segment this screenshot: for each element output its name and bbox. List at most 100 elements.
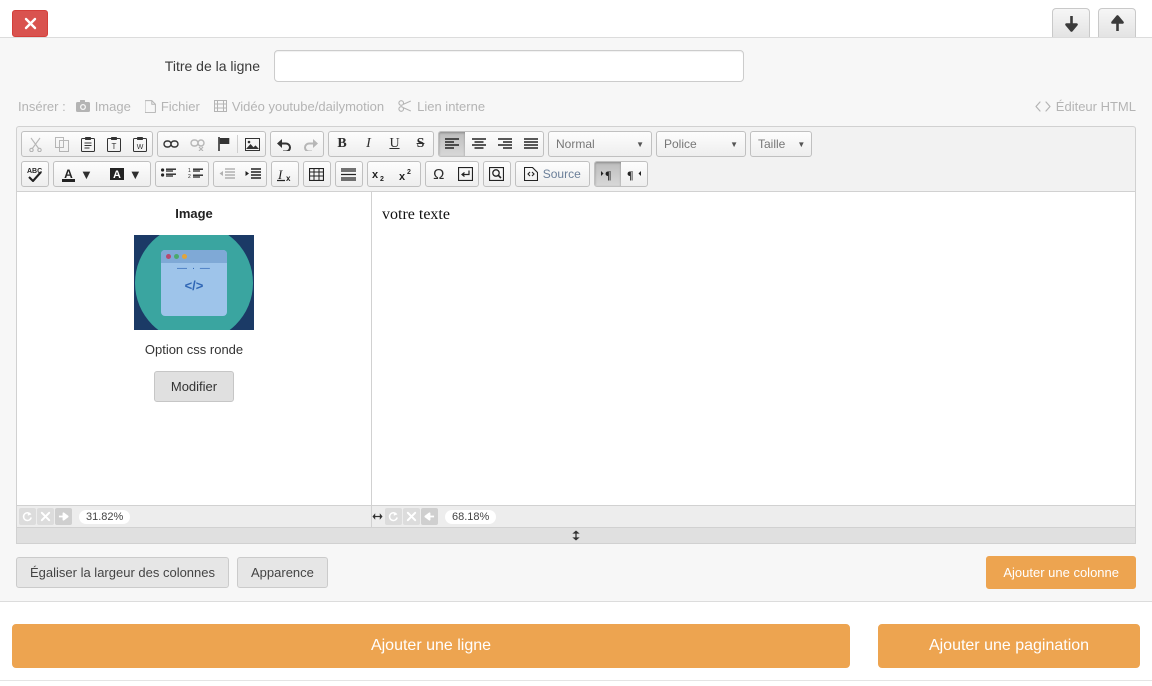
- background-color-button[interactable]: A ▼: [101, 162, 150, 186]
- column-resize-handle[interactable]: [372, 506, 383, 527]
- column-right-width-controls: 68.18%: [383, 506, 1135, 527]
- subscript-button[interactable]: x 2: [368, 162, 394, 186]
- broken-link-icon: [189, 138, 205, 151]
- insert-internal-link-button[interactable]: Lien interne: [398, 99, 485, 114]
- source-group: Source: [514, 161, 590, 187]
- italic-button[interactable]: I: [355, 132, 381, 156]
- column-right-width-percent: 68.18%: [445, 509, 497, 524]
- copy-button[interactable]: [48, 132, 74, 156]
- reset-icon: [22, 512, 32, 522]
- film-icon: [213, 100, 227, 112]
- insert-image-toolbar-button[interactable]: [239, 132, 265, 156]
- subscript-icon: x 2: [372, 169, 384, 182]
- spellcheck-group: ABC: [21, 161, 49, 187]
- underline-button[interactable]: U: [381, 132, 407, 156]
- delete-left-column-button[interactable]: [37, 508, 54, 525]
- outdent-button[interactable]: [214, 162, 240, 186]
- insert-file-label: Fichier: [160, 98, 200, 114]
- thumbnail-code-glyph: </>: [184, 277, 204, 293]
- arrow-down-icon: [1064, 16, 1078, 32]
- font-select[interactable]: Police ▼: [656, 131, 746, 157]
- toolbar-separator: [237, 135, 238, 153]
- text-color-button[interactable]: A ▼: [54, 162, 101, 186]
- table-button[interactable]: [304, 162, 330, 186]
- redo-button[interactable]: [297, 132, 323, 156]
- cut-button[interactable]: [22, 132, 48, 156]
- special-character-button[interactable]: Ω: [426, 162, 452, 186]
- direction-ltr-icon: ¶: [600, 168, 611, 181]
- paste-button[interactable]: [74, 132, 100, 156]
- bold-button[interactable]: B: [329, 132, 355, 156]
- insert-image-button[interactable]: Image: [75, 99, 131, 114]
- chevron-down-icon: ▼: [797, 139, 806, 149]
- html-editor-button[interactable]: Éditeur HTML: [1035, 99, 1136, 114]
- paste-as-text-button[interactable]: T: [100, 132, 126, 156]
- add-pagination-button[interactable]: Ajouter une pagination: [878, 624, 1140, 668]
- horizontal-rule-button[interactable]: [336, 162, 362, 186]
- text-direction-ltr-button[interactable]: ¶: [594, 162, 621, 186]
- text-direction-rtl-button[interactable]: ¶: [621, 162, 647, 186]
- window-dot-yellow-icon: [182, 253, 187, 259]
- reset-right-column-button[interactable]: [385, 508, 402, 525]
- remove-format-group: I x: [270, 161, 299, 187]
- row-title-input[interactable]: [274, 50, 744, 82]
- paste-word-icon: W: [132, 136, 147, 152]
- font-size-select[interactable]: Taille ▼: [750, 131, 812, 157]
- move-row-down-button[interactable]: [1052, 8, 1090, 38]
- strikethrough-button[interactable]: S: [407, 132, 433, 156]
- copy-icon: [54, 136, 69, 152]
- remove-format-button[interactable]: I x: [272, 162, 298, 186]
- reset-left-column-button[interactable]: [19, 508, 36, 525]
- close-button[interactable]: [12, 10, 48, 37]
- move-right-column-left-button[interactable]: [421, 508, 438, 525]
- superscript-icon: x 2: [399, 169, 411, 182]
- column-right[interactable]: votre texte: [372, 192, 1135, 505]
- insert-video-label: Vidéo youtube/dailymotion: [231, 98, 385, 114]
- insert-file-button[interactable]: Fichier: [144, 98, 200, 114]
- page-break-button[interactable]: [452, 162, 478, 186]
- table-group: [302, 161, 331, 187]
- thumbnail-window-bar: [161, 249, 227, 263]
- page-break-icon: [457, 167, 473, 181]
- preview-button[interactable]: [484, 162, 510, 186]
- source-code-icon: [523, 167, 538, 181]
- align-justify-button[interactable]: [517, 132, 543, 156]
- insert-video-button[interactable]: Vidéo youtube/dailymotion: [213, 98, 385, 114]
- move-left-column-right-button[interactable]: [55, 508, 72, 525]
- row-resize-handle[interactable]: [16, 528, 1136, 544]
- undo-button[interactable]: [271, 132, 297, 156]
- modify-image-button[interactable]: Modifier: [153, 371, 235, 402]
- delete-right-column-button[interactable]: [403, 508, 420, 525]
- align-left-button[interactable]: [439, 132, 465, 156]
- indent-group: [212, 161, 267, 187]
- appearance-button[interactable]: Apparence: [237, 557, 328, 588]
- column-left-caption: Image: [175, 206, 213, 221]
- column-left-width-percent: 31.82%: [79, 509, 131, 524]
- reset-icon: [388, 512, 398, 522]
- align-right-button[interactable]: [491, 132, 517, 156]
- indent-button[interactable]: [240, 162, 266, 186]
- chevron-down-icon: ▼: [128, 166, 142, 182]
- image-thumbnail[interactable]: — · — </>: [134, 235, 254, 330]
- column-right-text[interactable]: votre texte: [382, 206, 1125, 224]
- numbered-list-button[interactable]: 1 2: [182, 162, 208, 186]
- superscript-button[interactable]: x 2: [394, 162, 420, 186]
- move-row-up-button[interactable]: [1098, 8, 1136, 38]
- spellchecker-button[interactable]: ABC: [22, 162, 48, 186]
- paragraph-format-select[interactable]: Normal ▼: [548, 131, 652, 157]
- preview-group: [482, 161, 511, 187]
- html-editor-label: Éditeur HTML: [1055, 98, 1136, 114]
- add-column-button[interactable]: Ajouter une colonne: [986, 556, 1136, 589]
- unlink-button[interactable]: [184, 132, 210, 156]
- paste-from-word-button[interactable]: W: [126, 132, 152, 156]
- svg-text:T: T: [111, 142, 116, 151]
- bulleted-list-button[interactable]: [156, 162, 182, 186]
- add-row-button[interactable]: Ajouter une ligne: [12, 624, 850, 668]
- source-button[interactable]: Source: [516, 162, 589, 186]
- column-left[interactable]: Image — · — </> Option css ronde Modifie…: [17, 192, 372, 505]
- align-center-button[interactable]: [465, 132, 491, 156]
- anchor-button[interactable]: [210, 132, 236, 156]
- link-button[interactable]: [158, 132, 184, 156]
- svg-text:I: I: [277, 167, 283, 182]
- equalize-columns-button[interactable]: Égaliser la largeur des colonnes: [16, 557, 229, 588]
